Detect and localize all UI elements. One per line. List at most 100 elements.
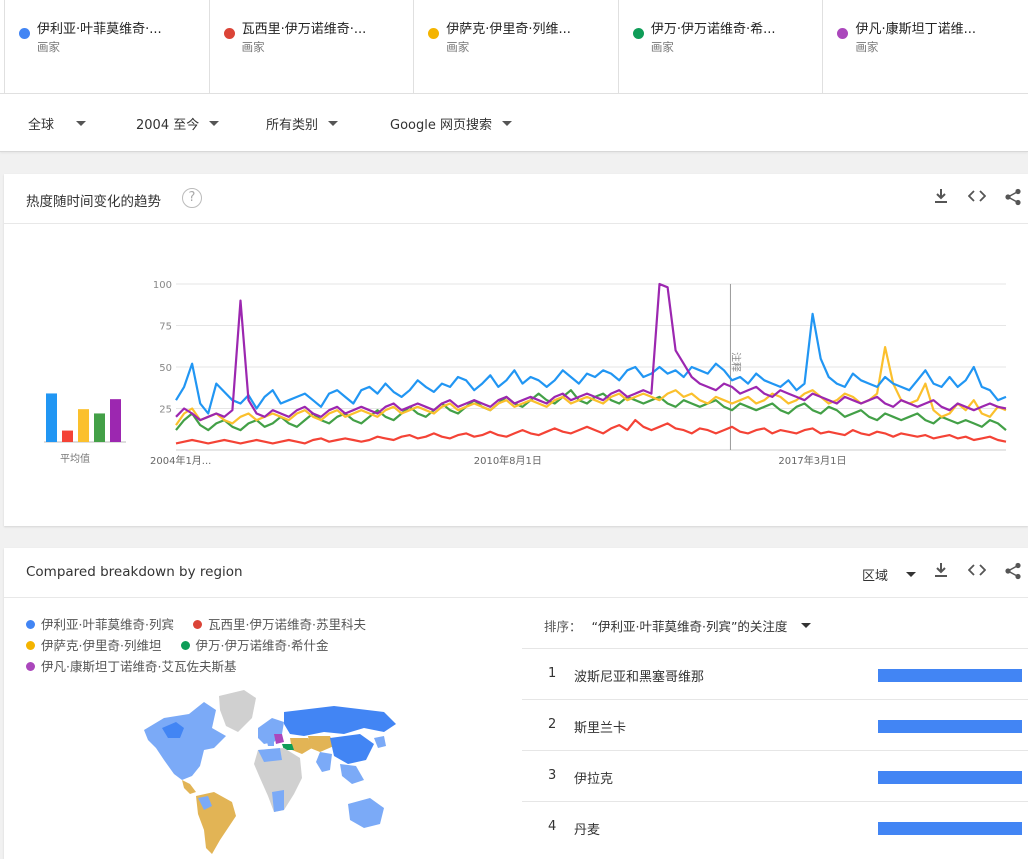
average-label: 平均值 — [60, 454, 90, 465]
term-type: 画家 — [650, 40, 674, 54]
list-item[interactable]: 2 斯里兰卡 — [522, 699, 1028, 750]
share-icon[interactable] — [1002, 188, 1024, 210]
term-type: 画家 — [37, 40, 60, 54]
region-name: 丹麦 — [574, 823, 601, 838]
compare-term-2[interactable]: 瓦西里·伊万诺维奇·... 画家 — [210, 0, 415, 94]
region-rank-list: 1 波斯尼亚和黑塞哥维那 2 斯里兰卡 3 伊拉克 4 丹麦 — [522, 648, 1028, 852]
region-name: 斯里兰卡 — [574, 721, 627, 736]
rank-number: 3 — [548, 768, 557, 783]
card-header: Compared breakdown by region 区域 — [4, 548, 1028, 598]
term-label: 伊萨克·伊里奇·列维... — [446, 22, 571, 37]
search-type-filter[interactable]: Google 网页搜索 — [390, 114, 512, 133]
embed-code-icon[interactable] — [966, 188, 988, 210]
region-view-select[interactable]: 区域 — [862, 565, 917, 584]
region-filter[interactable]: 全球 — [28, 114, 87, 133]
average-bar — [78, 409, 89, 442]
filter-bar: 全球 2004 至今 所有类别 Google 网页搜索 — [0, 94, 1028, 152]
help-icon[interactable]: ? — [182, 188, 202, 208]
average-bar — [62, 430, 73, 442]
rank-number: 4 — [548, 819, 557, 834]
legend-dot — [193, 620, 203, 629]
value-bar — [878, 669, 1022, 682]
term-type: 画家 — [446, 40, 470, 54]
term-color-dot — [837, 28, 849, 39]
legend-item: 瓦西里·伊万诺维奇·苏里科夫 — [193, 614, 366, 635]
y-tick-label: 100 — [153, 280, 172, 291]
rank-number: 2 — [548, 717, 557, 732]
time-filter[interactable]: 2004 至今 — [136, 114, 220, 133]
legend-item: 伊万·伊万诺维奇·希什金 — [180, 635, 329, 656]
legend-label: 伊凡·康斯坦丁诺维奇·艾瓦佐夫斯基 — [41, 659, 237, 674]
legend-item: 伊萨克·伊里奇·列维坦 — [26, 635, 161, 656]
series-line — [175, 345, 1007, 426]
term-color-dot — [428, 28, 440, 39]
time-filter-label: 2004 至今 — [136, 118, 200, 133]
term-label: 伊利亚·叶菲莫维奇·... — [37, 22, 162, 37]
chevron-down-icon — [209, 121, 220, 126]
category-filter[interactable]: 所有类别 — [266, 114, 339, 133]
term-color-dot — [19, 28, 30, 39]
legend-item: 伊利亚·叶菲莫维奇·列宾 — [26, 614, 174, 635]
chevron-down-icon — [801, 623, 812, 628]
term-color-dot — [223, 28, 235, 39]
sort-control[interactable]: 排序： “伊利亚·叶菲莫维奇·列宾”的关注度 — [544, 616, 812, 635]
list-item[interactable]: 1 波斯尼亚和黑塞哥维那 — [522, 648, 1028, 699]
annotation-label: 注释 — [729, 352, 742, 372]
chevron-down-icon — [76, 121, 87, 126]
rank-number: 1 — [548, 666, 557, 681]
legend-label: 伊萨克·伊里奇·列维坦 — [41, 638, 162, 653]
category-filter-label: 所有类别 — [266, 118, 319, 133]
list-item[interactable]: 4 丹麦 — [522, 801, 1028, 852]
value-bar — [878, 822, 1022, 835]
region-legend: 伊利亚·叶菲莫维奇·列宾 瓦西里·伊万诺维奇·苏里科夫 伊萨克·伊里奇·列维坦 … — [26, 614, 426, 677]
y-tick-label: 50 — [159, 363, 172, 374]
region-filter-label: 全球 — [28, 118, 55, 133]
term-label: 瓦西里·伊万诺维奇·... — [241, 22, 367, 37]
x-tick-label: 2010年8月1日 — [474, 454, 542, 467]
sort-label: 排序： — [544, 619, 582, 634]
chevron-down-icon — [501, 121, 512, 126]
compare-term-1[interactable]: 伊利亚·叶菲莫维奇·... 画家 — [4, 0, 210, 94]
y-tick-label: 25 — [159, 405, 172, 416]
average-bars — [44, 393, 126, 443]
world-map[interactable] — [134, 688, 404, 858]
sort-value: “伊利亚·叶菲莫维奇·列宾”的关注度 — [591, 619, 788, 634]
legend-label: 伊万·伊万诺维奇·希什金 — [195, 638, 329, 653]
region-breakdown-card: Compared breakdown by region 区域 伊利亚·叶菲莫维… — [4, 548, 1028, 859]
compare-term-4[interactable]: 伊万·伊万诺维奇·希... 画家 — [619, 0, 824, 94]
download-icon[interactable] — [930, 188, 952, 210]
x-tick-label: 2004年1月... — [150, 454, 211, 467]
legend-item: 伊凡·康斯坦丁诺维奇·艾瓦佐夫斯基 — [26, 656, 236, 677]
legend-dot — [26, 641, 35, 650]
card-title: Compared breakdown by region — [26, 564, 243, 580]
term-color-dot — [632, 28, 644, 39]
list-item[interactable]: 3 伊拉克 — [522, 750, 1028, 801]
chevron-down-icon — [328, 121, 339, 126]
compare-terms-bar: 伊利亚·叶菲莫维奇·... 画家 瓦西里·伊万诺维奇·... 画家 伊萨克·伊里… — [0, 0, 1028, 94]
term-label: 伊凡·康斯坦丁诺维... — [855, 22, 976, 37]
download-icon[interactable] — [930, 562, 952, 584]
region-view-label: 区域 — [862, 569, 889, 584]
y-tick-label: 75 — [159, 322, 172, 333]
legend-dot — [180, 641, 190, 650]
x-tick-label: 2017年3月1日 — [778, 454, 846, 467]
legend-dot — [26, 620, 35, 629]
legend-label: 瓦西里·伊万诺维奇·苏里科夫 — [208, 617, 366, 632]
region-name: 伊拉克 — [574, 772, 614, 787]
compare-term-3[interactable]: 伊萨克·伊里奇·列维... 画家 — [414, 0, 619, 94]
compare-term-5[interactable]: 伊凡·康斯坦丁诺维... 画家 — [823, 0, 1028, 94]
region-name: 波斯尼亚和黑塞哥维那 — [574, 670, 705, 685]
chevron-down-icon — [906, 572, 917, 577]
average-bar — [110, 399, 121, 442]
embed-code-icon[interactable] — [966, 562, 988, 584]
trend-line-chart: 100 75 50 25 注释 2004年1月... 2010年8月1日 2017年3月1日 — [150, 280, 1007, 467]
legend-dot — [26, 662, 35, 671]
average-bar — [94, 413, 105, 442]
card-header: 热度随时间变化的趋势 ? — [4, 174, 1028, 224]
legend-label: 伊利亚·叶菲莫维奇·列宾 — [41, 617, 174, 632]
value-bar — [878, 771, 1022, 784]
share-icon[interactable] — [1002, 562, 1024, 584]
card-title: 热度随时间变化的趋势 — [26, 194, 161, 210]
interest-over-time-card: 热度随时间变化的趋势 ? 平均值 100 75 50 25 注释 2004年1月... 20… — [4, 174, 1028, 526]
term-label: 伊万·伊万诺维奇·希... — [650, 22, 776, 37]
